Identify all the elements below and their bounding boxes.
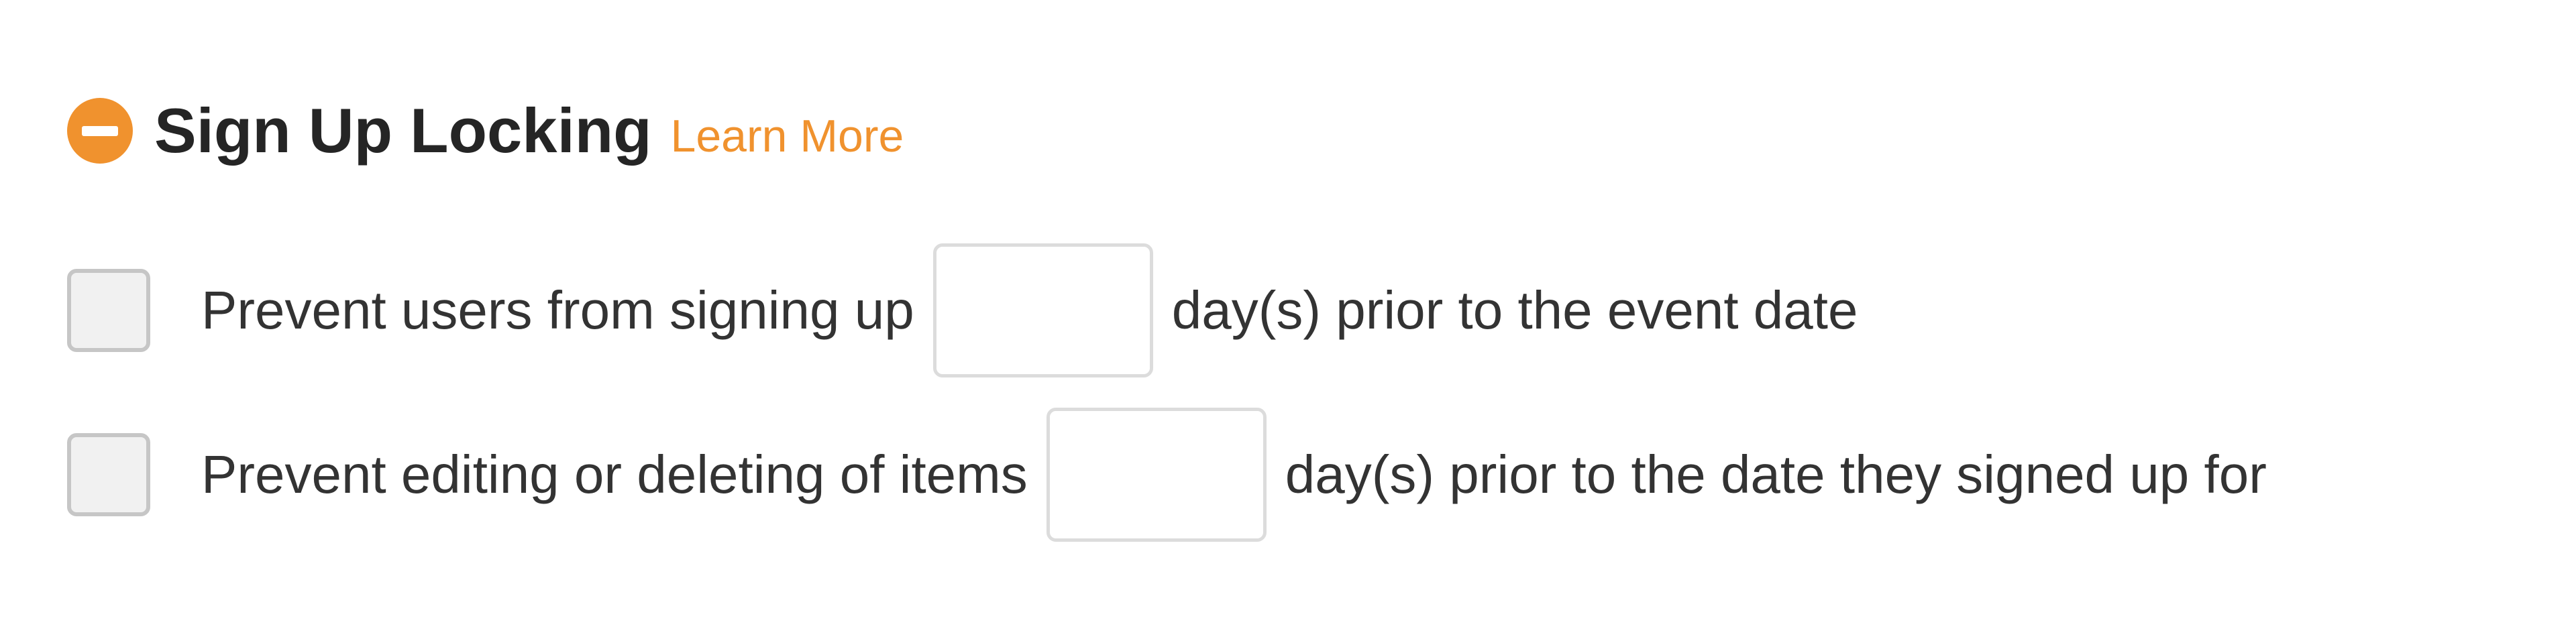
- sign-up-locking-panel: Sign Up Locking Learn More Prevent users…: [0, 0, 2576, 643]
- section-title: Sign Up Locking: [154, 95, 652, 166]
- edit-lock-label-after: day(s) prior to the date they signed up …: [1285, 445, 2267, 504]
- option-row-signup-lock: Prevent users from signing up day(s) pri…: [67, 243, 1858, 377]
- signup-lock-label-after: day(s) prior to the event date: [1171, 280, 1858, 340]
- edit-lock-days-input[interactable]: [1046, 408, 1267, 542]
- signup-lock-days-input[interactable]: [932, 243, 1153, 377]
- option-row-edit-lock: Prevent editing or deleting of items day…: [67, 408, 2267, 542]
- edit-lock-label-before: Prevent editing or deleting of items: [201, 445, 1028, 504]
- section-header: Sign Up Locking Learn More: [67, 94, 904, 168]
- learn-more-link[interactable]: Learn More: [671, 113, 904, 159]
- minus-circle-icon[interactable]: [67, 98, 133, 164]
- signup-lock-checkbox[interactable]: [67, 269, 150, 352]
- signup-lock-label-before: Prevent users from signing up: [201, 280, 914, 340]
- edit-lock-checkbox[interactable]: [67, 433, 150, 516]
